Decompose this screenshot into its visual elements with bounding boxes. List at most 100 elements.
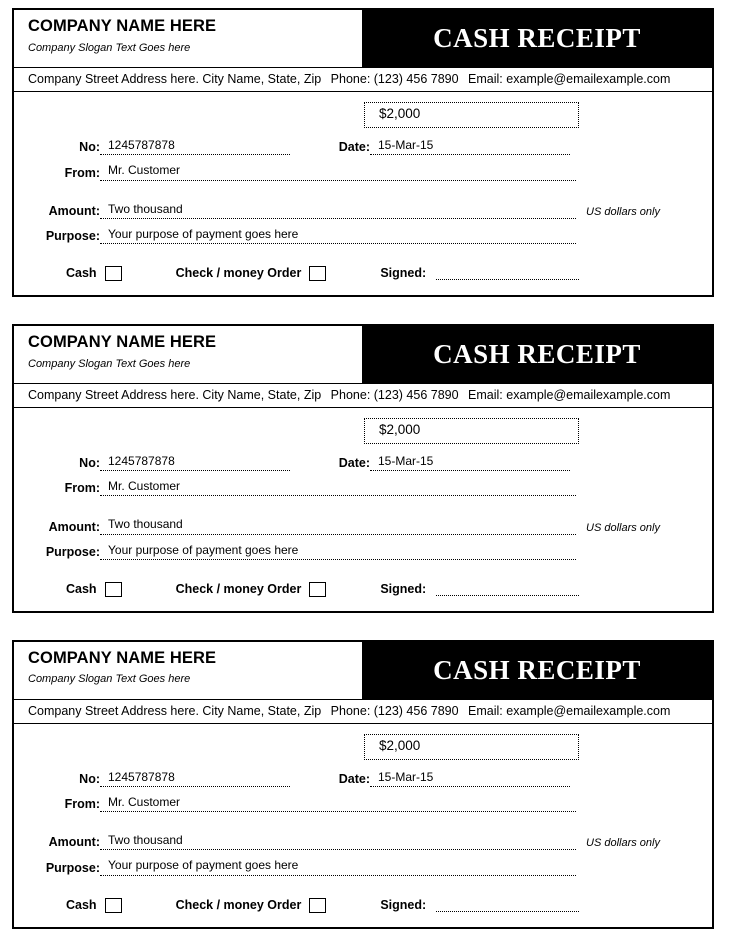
no-input[interactable]: 1245787878: [100, 137, 290, 156]
company-slogan: Company Slogan Text Goes here: [28, 357, 191, 370]
amount-total-field[interactable]: $2,000: [364, 418, 579, 444]
amount-box-row: $2,000: [28, 734, 698, 760]
purpose-input[interactable]: Your purpose of payment goes here: [100, 226, 576, 244]
row-amount: Amount: Two thousand US dollars only: [28, 516, 698, 535]
date-input[interactable]: 15-Mar-15: [370, 453, 570, 472]
receipt-header: COMPANY NAME HERE Company Slogan Text Go…: [14, 641, 712, 699]
row-number-date: No: 1245787878 Date: 15-Mar-15: [28, 453, 698, 472]
row-amount: Amount: Two thousand US dollars only: [28, 201, 698, 219]
amount-total-field[interactable]: $2,000: [364, 102, 579, 129]
cash-option[interactable]: Cash: [66, 581, 122, 597]
amount-box-row: $2,000: [28, 102, 698, 129]
date-input[interactable]: 15-Mar-15: [370, 769, 570, 788]
signature-input[interactable]: [436, 898, 580, 913]
signature-area: Signed:: [380, 266, 580, 281]
from-label: From:: [64, 797, 100, 812]
payment-method-row: Cash Check / money Order Signed:: [28, 265, 698, 281]
cash-receipt-copy-2: COMPANY NAME HERE Company Slogan Text Go…: [12, 323, 714, 613]
signed-label: Signed:: [380, 898, 427, 913]
check-checkbox[interactable]: [309, 265, 327, 281]
date-label: Date:: [338, 772, 370, 787]
row-from: From: Mr. Customer: [28, 478, 698, 497]
check-label: Check / money Order: [175, 898, 302, 913]
company-phone: Phone: (123) 456 7890: [330, 72, 459, 86]
row-purpose: Purpose: Your purpose of payment goes he…: [28, 226, 698, 244]
company-name: COMPANY NAME HERE: [28, 648, 217, 667]
check-label: Check / money Order: [175, 266, 302, 281]
cash-label: Cash: [66, 582, 97, 597]
check-label: Check / money Order: [175, 582, 302, 597]
no-input[interactable]: 1245787878: [100, 453, 290, 472]
date-label: Date:: [338, 140, 370, 155]
receipt-body: $2,000 No: 1245787878 Date: 15-Mar-15 Fr…: [14, 408, 712, 611]
company-contact-strip: Company Street Address here. City Name, …: [14, 698, 712, 724]
purpose-input[interactable]: Your purpose of payment goes here: [100, 542, 576, 560]
purpose-input[interactable]: Your purpose of payment goes here: [100, 857, 576, 876]
amount-input[interactable]: Two thousand: [100, 832, 576, 851]
date-input[interactable]: 15-Mar-15: [370, 137, 570, 156]
from-label: From:: [64, 481, 100, 496]
amount-input[interactable]: Two thousand: [100, 201, 576, 219]
cash-checkbox[interactable]: [104, 581, 122, 597]
receipt-title: CASH RECEIPT: [433, 654, 641, 685]
company-name: COMPANY NAME HERE: [28, 17, 217, 35]
receipt-header: COMPANY NAME HERE Company Slogan Text Go…: [14, 325, 712, 383]
from-input[interactable]: Mr. Customer: [100, 794, 576, 813]
no-label: No:: [79, 772, 100, 787]
amount-label: Amount:: [48, 519, 100, 534]
cash-receipt-copy-3: COMPANY NAME HERE Company Slogan Text Go…: [12, 639, 714, 929]
receipt-page: COMPANY NAME HERE Company Slogan Text Go…: [0, 0, 730, 929]
receipt-title-bar: CASH RECEIPT: [362, 10, 712, 67]
receipt-body: $2,000 No: 1245787878 Date: 15-Mar-15 Fr…: [14, 92, 712, 295]
payment-method-row: Cash Check / money Order Signed:: [28, 581, 698, 597]
no-input[interactable]: 1245787878: [100, 769, 290, 788]
company-email: Email: example@emailexample.com: [468, 703, 671, 718]
company-email: Email: example@emailexample.com: [468, 387, 671, 402]
company-address: Company Street Address here. City Name, …: [28, 72, 322, 86]
receipt-title-bar: CASH RECEIPT: [362, 641, 712, 699]
signature-input[interactable]: [436, 582, 580, 597]
company-branding: COMPANY NAME HERE Company Slogan Text Go…: [14, 326, 362, 383]
cash-receipt-copy-1: COMPANY NAME HERE Company Slogan Text Go…: [12, 8, 714, 297]
from-input[interactable]: Mr. Customer: [100, 478, 576, 497]
check-option[interactable]: Check / money Order: [175, 581, 327, 597]
check-checkbox[interactable]: [309, 581, 327, 597]
from-input[interactable]: Mr. Customer: [100, 162, 576, 181]
company-name: COMPANY NAME HERE: [28, 332, 217, 351]
signed-label: Signed:: [380, 582, 427, 597]
receipt-body: $2,000 No: 1245787878 Date: 15-Mar-15 Fr…: [14, 724, 712, 927]
receipt-title: CASH RECEIPT: [433, 338, 641, 369]
company-address: Company Street Address here. City Name, …: [28, 387, 322, 402]
amount-total-field[interactable]: $2,000: [364, 734, 579, 760]
check-option[interactable]: Check / money Order: [175, 265, 327, 281]
date-label: Date:: [338, 456, 370, 471]
company-contact-strip: Company Street Address here. City Name, …: [14, 382, 712, 409]
no-label: No:: [79, 456, 100, 471]
receipt-header: COMPANY NAME HERE Company Slogan Text Go…: [14, 10, 712, 67]
cash-option[interactable]: Cash: [66, 265, 122, 281]
company-phone: Phone: (123) 456 7890: [330, 703, 459, 718]
currency-note: US dollars only: [586, 837, 660, 850]
signature-input[interactable]: [436, 266, 580, 281]
check-option[interactable]: Check / money Order: [175, 897, 327, 913]
amount-input[interactable]: Two thousand: [100, 516, 576, 535]
company-email: Email: example@emailexample.com: [468, 72, 671, 86]
currency-note: US dollars only: [586, 205, 660, 218]
row-number-date: No: 1245787878 Date: 15-Mar-15: [28, 137, 698, 156]
receipt-title-bar: CASH RECEIPT: [362, 325, 712, 383]
signature-area: Signed:: [380, 582, 580, 597]
company-contact-strip: Company Street Address here. City Name, …: [14, 67, 712, 93]
signature-area: Signed:: [380, 898, 580, 913]
amount-label: Amount:: [48, 835, 100, 850]
company-phone: Phone: (123) 456 7890: [330, 387, 459, 402]
cash-label: Cash: [66, 898, 97, 913]
cash-option[interactable]: Cash: [66, 897, 122, 913]
receipt-title: CASH RECEIPT: [433, 23, 641, 53]
cash-checkbox[interactable]: [104, 265, 122, 281]
currency-note: US dollars only: [586, 521, 660, 534]
cash-checkbox[interactable]: [104, 897, 122, 913]
check-checkbox[interactable]: [309, 897, 327, 913]
row-purpose: Purpose: Your purpose of payment goes he…: [28, 542, 698, 560]
